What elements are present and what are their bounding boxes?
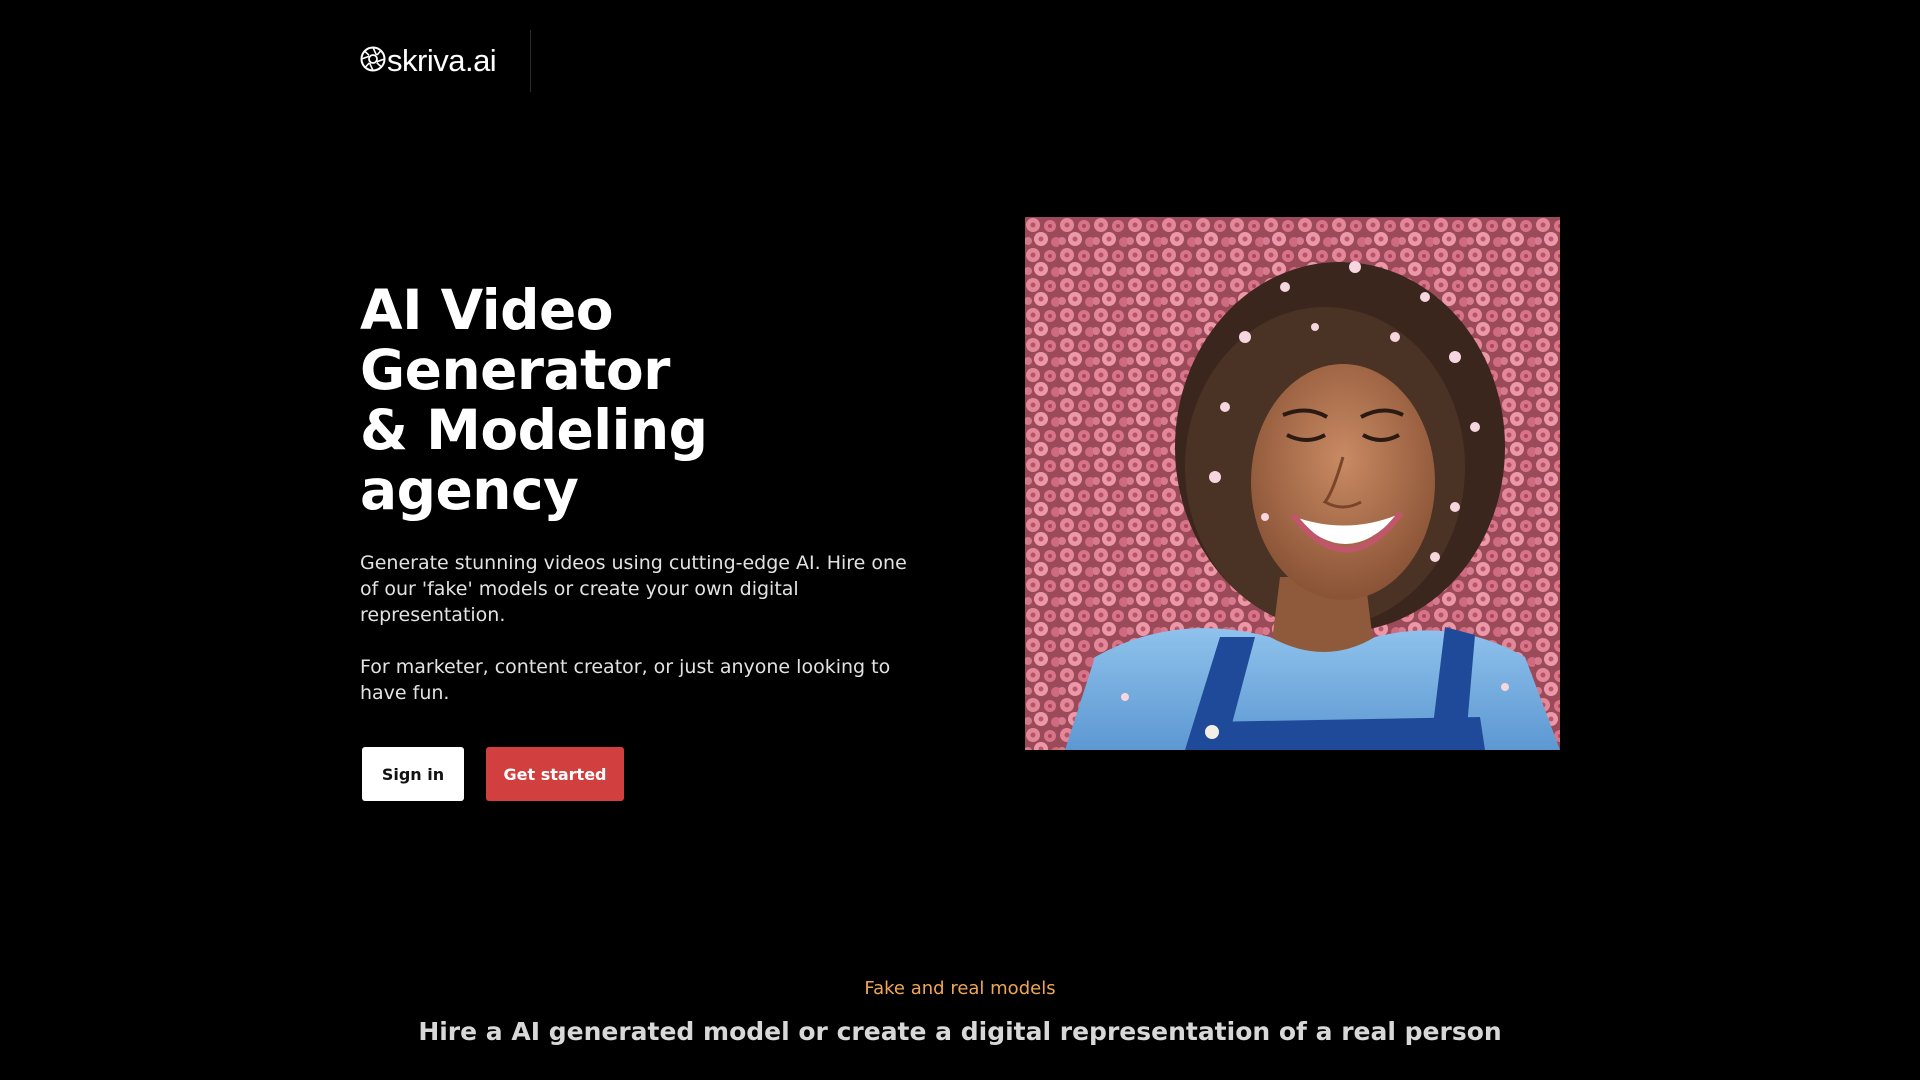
hero-actions: Sign in Get started (360, 747, 920, 801)
sign-in-button[interactable]: Sign in (362, 747, 464, 801)
hero-description: Generate stunning videos using cutting-e… (360, 552, 907, 626)
logo-text: skriva.ai (387, 43, 497, 78)
hero-image (1025, 217, 1560, 750)
hero-title-line-1: AI Video Generator (360, 278, 670, 402)
logo-link[interactable]: skriva.ai (360, 43, 497, 79)
site-header: skriva.ai (360, 30, 531, 92)
hero-title-line-2: & Modeling agency (360, 398, 708, 522)
hero-title: AI Video Generator & Modeling agency (360, 280, 920, 520)
hero-audience: For marketer, content creator, or just a… (360, 656, 891, 704)
aperture-icon (360, 46, 387, 76)
models-section: Fake and real models Hire a AI generated… (0, 978, 1920, 1046)
landing-page: skriva.ai AI Video Generator & Modeling … (0, 0, 1920, 1080)
models-title: Hire a AI generated model or create a di… (418, 1017, 1502, 1046)
header-divider (530, 30, 531, 92)
hero-section: AI Video Generator & Modeling agency Gen… (360, 280, 920, 801)
models-eyebrow: Fake and real models (864, 978, 1056, 999)
get-started-button[interactable]: Get started (486, 747, 624, 801)
